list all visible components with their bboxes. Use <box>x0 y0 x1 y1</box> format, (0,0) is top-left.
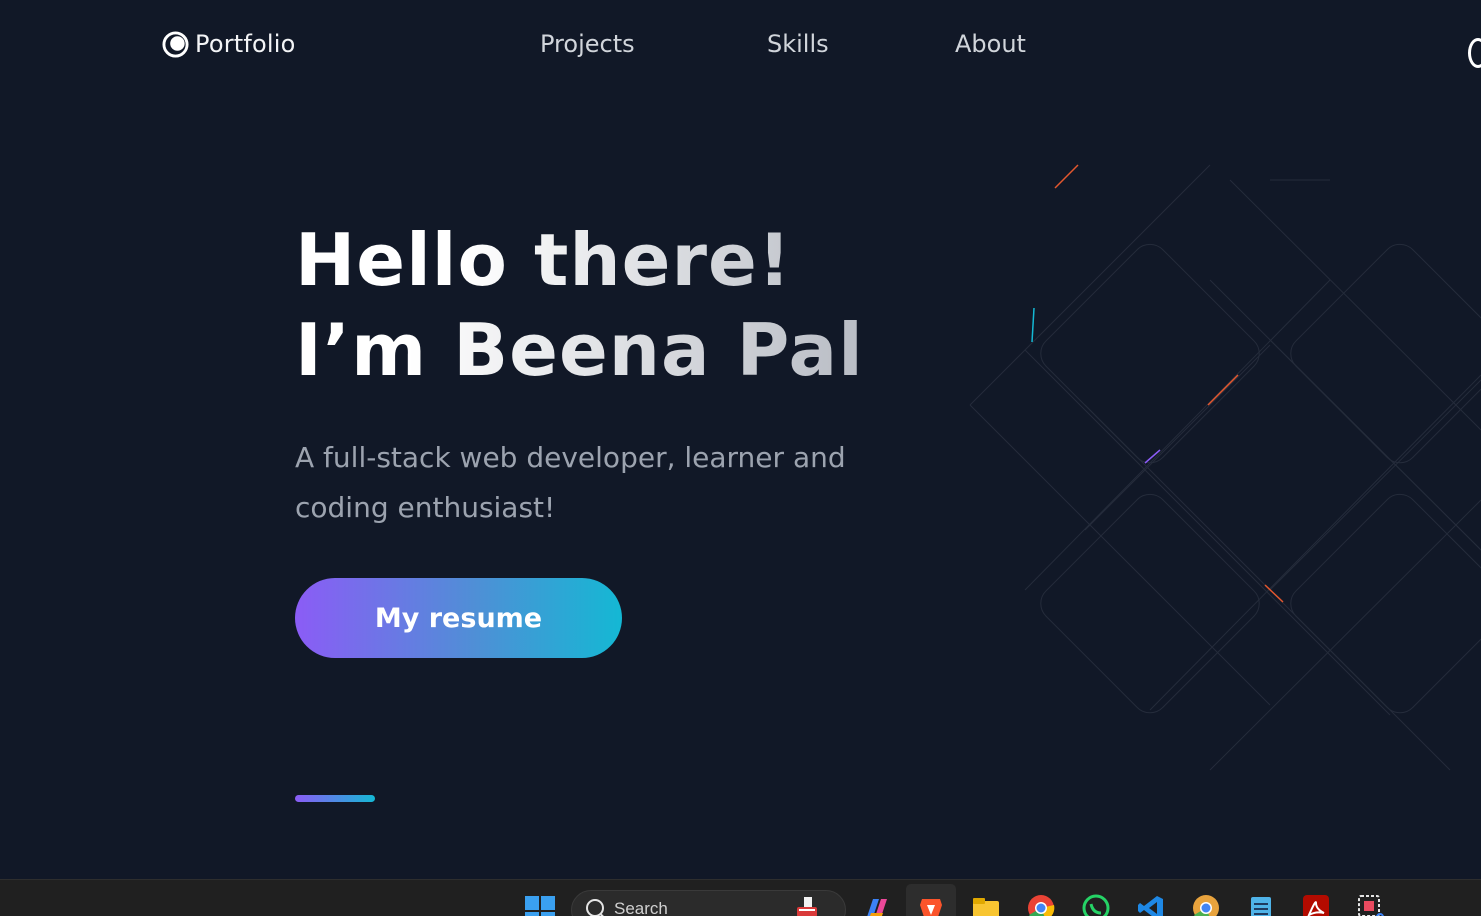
scroll-indicator <box>295 795 375 802</box>
chrome-icon[interactable] <box>1026 893 1056 916</box>
resume-button[interactable]: My resume <box>295 578 622 658</box>
hero-greeting: Hello there! <box>295 215 864 305</box>
search-highlight-icon <box>797 897 817 916</box>
file-explorer-icon[interactable] <box>971 893 1001 916</box>
search-label: Search <box>614 899 668 916</box>
top-nav: Portfolio Projects Skills About <box>0 0 1481 90</box>
site-logo[interactable]: Portfolio <box>162 30 296 58</box>
vscode-icon[interactable] <box>1136 893 1166 916</box>
theme-toggle-icon[interactable] <box>1468 38 1481 68</box>
nav-link-skills[interactable]: Skills <box>767 30 829 58</box>
logo-icon <box>162 30 189 58</box>
decorative-grid-art <box>969 164 1481 771</box>
whatsapp-icon[interactable] <box>1081 893 1111 916</box>
search-icon <box>586 899 604 916</box>
copilot-icon[interactable] <box>861 893 891 916</box>
notepad-icon[interactable] <box>1246 893 1276 916</box>
chrome-canary-icon[interactable] <box>1191 893 1221 916</box>
nav-link-projects[interactable]: Projects <box>540 30 635 58</box>
snipping-tool-icon[interactable] <box>1356 893 1386 916</box>
hero-subtitle: A full-stack web developer, learner and … <box>295 441 846 524</box>
hero-title: Hello there! I’m Beena Pal <box>295 215 864 395</box>
brave-browser-icon[interactable] <box>916 893 946 916</box>
windows-taskbar: Search <box>0 879 1481 916</box>
logo-text: Portfolio <box>195 30 296 58</box>
taskbar-search[interactable]: Search <box>571 890 846 916</box>
acrobat-icon[interactable] <box>1301 893 1331 916</box>
nav-link-about[interactable]: About <box>955 30 1026 58</box>
windows-start-icon[interactable] <box>525 896 555 916</box>
hero-name: I’m Beena Pal <box>295 305 864 395</box>
